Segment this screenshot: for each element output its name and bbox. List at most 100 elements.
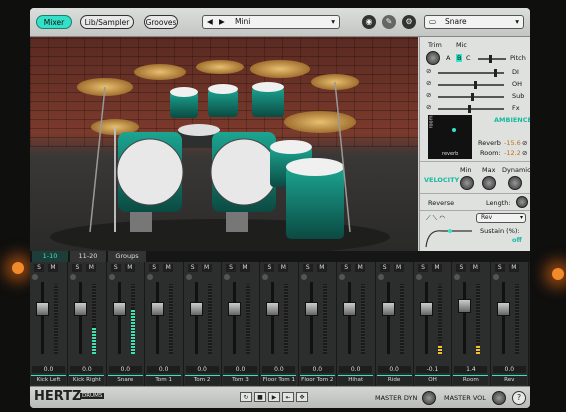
fader-handle[interactable] (266, 302, 280, 317)
envelope-curve[interactable] (424, 225, 474, 249)
mute-button[interactable]: M (201, 264, 212, 272)
solo-button[interactable]: S (149, 264, 160, 272)
channel-name[interactable]: Ride (376, 375, 412, 385)
channel-value[interactable]: 0.0 (492, 366, 526, 373)
channel-name[interactable]: Snare (107, 375, 143, 385)
tab-channels-11-20[interactable]: 11-20 (70, 251, 106, 262)
channel-value[interactable]: 0.0 (108, 366, 142, 373)
mute-button[interactable]: M (508, 264, 519, 272)
solo-button[interactable]: S (187, 264, 198, 272)
tab-lib-sampler[interactable]: Lib/Sampler (80, 15, 134, 29)
mute-button[interactable]: M (124, 264, 135, 272)
channel-value[interactable]: 0.0 (185, 366, 219, 373)
oh-slider[interactable] (438, 81, 504, 89)
channel-name[interactable]: Room (453, 375, 489, 385)
channel-name[interactable]: Tom 2 (184, 375, 220, 385)
trim-knob[interactable] (426, 51, 440, 65)
channel-value[interactable]: 1.4 (454, 366, 488, 373)
fader-handle[interactable] (420, 302, 433, 317)
pan-knob[interactable] (224, 274, 230, 280)
next-arrow-icon[interactable]: ▶ (219, 16, 225, 28)
solo-button[interactable]: S (110, 264, 121, 272)
fader-handle[interactable] (228, 302, 241, 317)
solo-button[interactable]: S (264, 264, 275, 272)
sustain-value[interactable]: off (512, 236, 522, 244)
fader-handle[interactable] (151, 302, 165, 317)
channel-value[interactable]: 0.0 (300, 366, 334, 373)
channel-value[interactable]: 0.0 (339, 366, 373, 373)
link-icon[interactable]: ⊘ (522, 139, 527, 147)
edit-icon[interactable]: ✎ (382, 15, 396, 29)
tab-grooves[interactable]: Grooves (144, 15, 178, 29)
play-button[interactable]: ▶ (268, 392, 280, 402)
record-icon[interactable]: ◉ (362, 15, 376, 29)
pan-knob[interactable] (377, 274, 384, 280)
channel-value[interactable]: -0.1 (416, 366, 449, 373)
channel-name[interactable]: OH (415, 375, 450, 385)
solo-button[interactable]: S (379, 264, 390, 272)
channel-name[interactable]: Tom 3 (223, 375, 258, 385)
velocity-min-knob[interactable] (460, 176, 474, 190)
channel-value[interactable]: 0.0 (377, 366, 411, 373)
solo-button[interactable]: S (456, 264, 467, 272)
fader-handle[interactable] (381, 302, 395, 317)
drum-kit-view[interactable] (30, 37, 418, 251)
loop-button[interactable]: ↻ (240, 392, 252, 402)
mute-button[interactable]: M (432, 264, 442, 272)
channel-name[interactable]: Kick Left (31, 375, 66, 385)
mute-button[interactable]: M (86, 264, 97, 272)
pan-knob[interactable] (300, 274, 307, 280)
ambience-xy-pad[interactable]: room reverb (428, 115, 472, 159)
preset-selector[interactable]: ◀ ▶ Mini ▾ (202, 15, 340, 29)
di-slider[interactable] (438, 69, 504, 77)
link-icon[interactable]: ⊘ (522, 149, 527, 157)
solo-button[interactable]: S (302, 264, 313, 272)
mute-button[interactable]: M (240, 264, 250, 272)
velocity-dynamic-knob[interactable] (508, 176, 522, 190)
fader-handle[interactable] (36, 302, 49, 317)
drag-midi-button[interactable]: ✥ (296, 392, 308, 402)
master-vol-knob[interactable] (492, 391, 506, 405)
pan-knob[interactable] (108, 274, 115, 280)
velocity-max-knob[interactable] (482, 176, 496, 190)
tab-groups[interactable]: Groups (108, 251, 146, 262)
pan-knob[interactable] (32, 274, 38, 280)
link-icon[interactable]: ⊘ (426, 67, 431, 75)
link-icon[interactable]: ⊘ (426, 91, 431, 99)
channel-value[interactable]: 0.0 (70, 366, 104, 373)
prev-arrow-icon[interactable]: ◀ (207, 16, 213, 28)
solo-button[interactable]: S (341, 264, 352, 272)
length-knob[interactable] (516, 196, 528, 208)
rev-selector[interactable]: Rev ▾ (476, 213, 526, 223)
fader-handle[interactable] (304, 302, 318, 317)
pan-knob[interactable] (70, 274, 77, 280)
mute-button[interactable]: M (278, 264, 289, 272)
channel-value[interactable]: 0.0 (32, 366, 65, 373)
help-button[interactable]: ? (512, 391, 526, 405)
fader-handle[interactable] (496, 302, 510, 317)
rewind-button[interactable]: ⇤ (282, 392, 294, 402)
xy-dot[interactable] (452, 128, 456, 132)
mic-a-button[interactable]: A (446, 54, 450, 62)
mute-button[interactable]: M (48, 264, 58, 272)
pan-knob[interactable] (454, 274, 461, 280)
solo-button[interactable]: S (226, 264, 236, 272)
fader-handle[interactable] (458, 299, 472, 314)
reverse-toggle[interactable]: Reverse (428, 199, 454, 207)
link-icon[interactable]: ⊘ (426, 103, 431, 111)
mute-button[interactable]: M (470, 264, 481, 272)
mic-c-button[interactable]: C (466, 54, 471, 62)
mute-button[interactable]: M (163, 264, 174, 272)
channel-name[interactable]: Floor Tom 1 (261, 375, 297, 385)
pan-knob[interactable] (416, 274, 422, 280)
solo-button[interactable]: S (418, 264, 428, 272)
pan-knob[interactable] (185, 274, 192, 280)
fx-slider[interactable] (438, 105, 504, 113)
mic-b-button[interactable]: B (456, 54, 463, 62)
mute-button[interactable]: M (355, 264, 366, 272)
channel-name[interactable]: Floor Tom 2 (299, 375, 335, 385)
link-icon[interactable]: ⊘ (426, 79, 431, 87)
gear-icon[interactable]: ⚙ (402, 15, 416, 29)
channel-value[interactable]: 0.0 (147, 366, 181, 373)
pan-knob[interactable] (262, 274, 269, 280)
